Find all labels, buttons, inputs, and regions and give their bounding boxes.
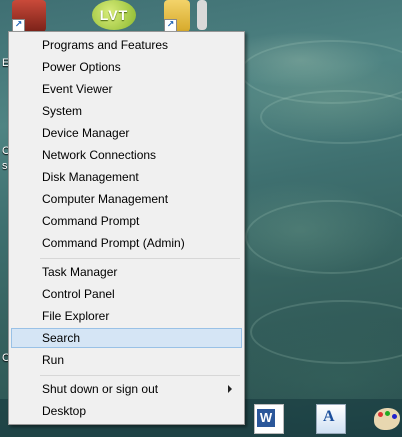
menu-separator [40, 258, 240, 259]
desktop-label-fragment: s [2, 160, 8, 172]
menu-item-run[interactable]: Run [11, 350, 242, 370]
menu-separator [40, 375, 240, 376]
menu-item-computer-management[interactable]: Computer Management [11, 189, 242, 209]
menu-item-device-manager[interactable]: Device Manager [11, 123, 242, 143]
palette-shape [374, 408, 400, 430]
winx-context-menu: Programs and Features Power Options Even… [8, 31, 245, 425]
lvt-shortcut[interactable]: LVT [92, 0, 136, 30]
menu-item-control-panel[interactable]: Control Panel [11, 284, 242, 304]
menu-item-command-prompt-admin[interactable]: Command Prompt (Admin) [11, 233, 242, 253]
menu-item-shut-down-or-sign-out[interactable]: Shut down or sign out [11, 379, 242, 399]
menu-item-label: Shut down or sign out [42, 382, 159, 396]
wallpaper-ripple [245, 200, 402, 274]
wallpaper-ripple [250, 300, 402, 364]
menu-item-command-prompt[interactable]: Command Prompt [11, 211, 242, 231]
lvt-logo-text: LVT [99, 7, 129, 23]
wallpaper-ripple [260, 90, 402, 144]
menu-item-network-connections[interactable]: Network Connections [11, 145, 242, 165]
submenu-arrow-icon [228, 385, 232, 393]
menu-item-event-viewer[interactable]: Event Viewer [11, 79, 242, 99]
menu-item-programs-and-features[interactable]: Programs and Features [11, 35, 242, 55]
paint-icon[interactable] [372, 404, 400, 432]
wordpad-icon[interactable]: A [316, 404, 346, 434]
app-shortcut-1[interactable]: ↗ [12, 0, 46, 32]
folder-shortcut[interactable]: ↗ [164, 0, 190, 32]
menu-item-search[interactable]: Search [11, 328, 242, 348]
menu-item-desktop[interactable]: Desktop [11, 401, 242, 421]
menu-item-system[interactable]: System [11, 101, 242, 121]
desktop-widget [197, 0, 207, 30]
menu-item-task-manager[interactable]: Task Manager [11, 262, 242, 282]
menu-item-disk-management[interactable]: Disk Management [11, 167, 242, 187]
menu-item-power-options[interactable]: Power Options [11, 57, 242, 77]
desktop: ↗ LVT ↗ E C s C W A Programs and Feature… [0, 0, 402, 437]
word-icon[interactable]: W [254, 404, 284, 434]
menu-item-file-explorer[interactable]: File Explorer [11, 306, 242, 326]
word-tile: W [257, 409, 275, 427]
